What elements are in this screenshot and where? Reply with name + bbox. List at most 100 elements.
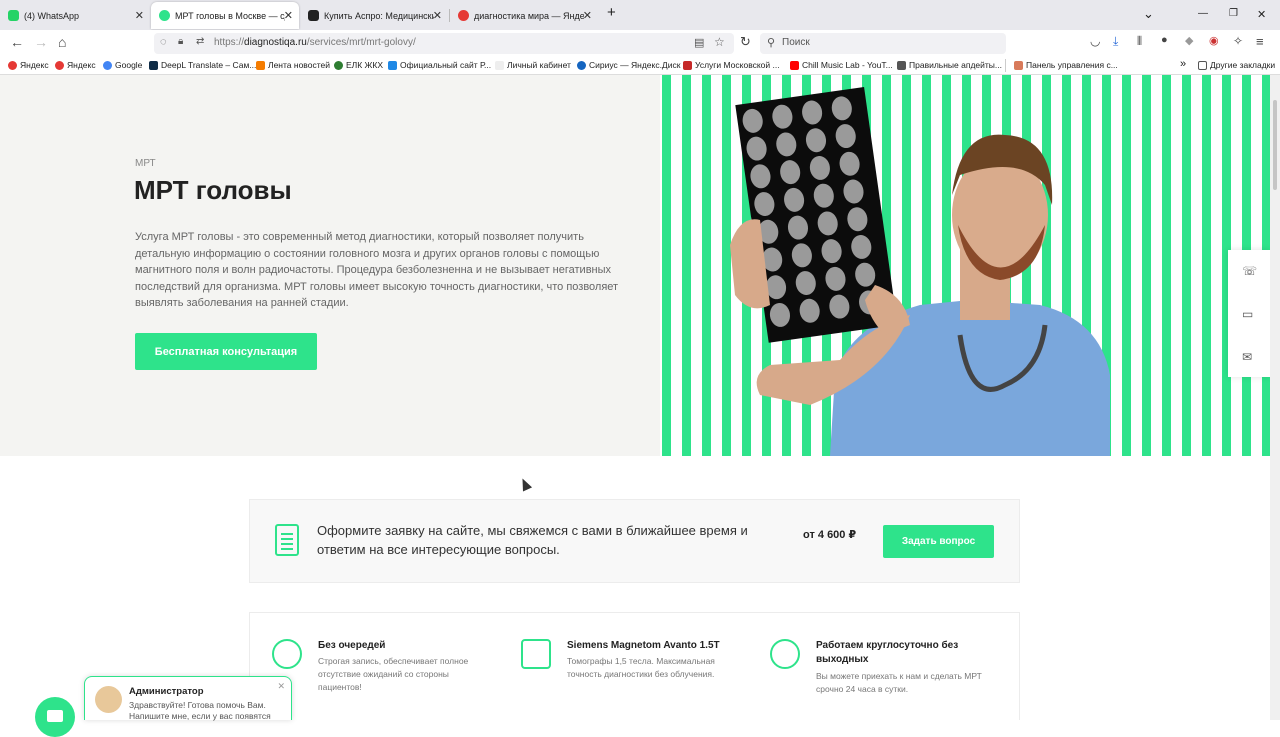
new-tab-button[interactable]: + bbox=[607, 4, 616, 21]
close-icon[interactable]: ✕ bbox=[277, 681, 285, 692]
account-icon[interactable]: ● bbox=[1161, 34, 1168, 46]
bookmark-item[interactable]: Правильные апдейты... bbox=[897, 60, 1002, 70]
close-icon[interactable]: ✕ bbox=[433, 9, 442, 22]
folder-icon bbox=[1198, 60, 1207, 70]
bookmarks-overflow-icon[interactable]: » bbox=[1180, 58, 1186, 70]
downloads-icon[interactable]: ⤓ bbox=[1113, 34, 1118, 49]
avatar bbox=[95, 686, 122, 713]
restore-button[interactable]: ❐ bbox=[1229, 8, 1238, 19]
navigation-bar: ← → ⌂ ◌ 🔒︎ ⇄ https://diagnostiqa.ru/serv… bbox=[0, 30, 1280, 56]
elk-icon bbox=[334, 60, 343, 70]
request-block: Оформите заявку на сайте, мы свяжемся с … bbox=[249, 499, 1020, 583]
price: от 4 600 ₽ bbox=[803, 529, 857, 541]
bookmark-item[interactable]: Сириус — Яндекс.Диск bbox=[577, 60, 680, 70]
reader-view-icon[interactable]: ▤ bbox=[694, 36, 704, 49]
search-input[interactable]: ⚲ Поиск bbox=[760, 33, 1006, 54]
youtube-icon bbox=[790, 60, 799, 70]
chat-popup[interactable]: Администратор Здравствуйте! Готова помоч… bbox=[84, 676, 292, 721]
tab-mrt[interactable]: МРТ головы в Москве — сделать ✕ bbox=[151, 2, 299, 29]
yandex-icon bbox=[8, 60, 17, 70]
bookmark-item[interactable]: ЕЛК ЖКХ bbox=[334, 60, 383, 70]
other-bookmarks[interactable]: Другие закладки bbox=[1198, 60, 1275, 70]
home-icon[interactable]: ⌂ bbox=[58, 34, 66, 50]
bookmark-item[interactable]: Яндекс bbox=[55, 60, 96, 70]
back-icon[interactable]: ← bbox=[10, 34, 24, 50]
close-icon[interactable]: ✕ bbox=[284, 9, 293, 22]
tab-aspro[interactable]: Купить Аспро: Медицинский це... ✕ bbox=[300, 2, 448, 29]
reload-icon[interactable]: ↻ bbox=[740, 34, 751, 50]
close-window-button[interactable]: ✕ bbox=[1257, 8, 1266, 21]
chat-message: Здравствуйте! Готова помочь Вам. Напишит… bbox=[129, 700, 271, 721]
bookmark-label: DeepL Translate – Сам... bbox=[161, 60, 257, 70]
stripe bbox=[662, 75, 671, 456]
bookmark-label: Панель управления с... bbox=[1026, 60, 1118, 70]
stripe bbox=[1162, 75, 1171, 456]
feature-title: Siemens Magnetom Avanto 1.5T bbox=[567, 640, 720, 651]
tab-bar: (4) WhatsApp ✕ МРТ головы в Москве — сде… bbox=[0, 0, 1280, 30]
bookmark-label: ЕЛК ЖКХ bbox=[346, 60, 384, 70]
feature-desc: Строгая запись, обеспечивает полное отсу… bbox=[318, 656, 469, 692]
bookmark-item[interactable]: Google bbox=[103, 60, 142, 70]
url-bar[interactable]: ◌ 🔒︎ ⇄ https://diagnostiqa.ru/services/m… bbox=[154, 33, 734, 54]
shield-icon[interactable]: ◌ bbox=[160, 36, 167, 48]
extensions-puzzle-icon[interactable]: ✧ bbox=[1233, 34, 1243, 48]
bookmark-item[interactable]: Лента новостей bbox=[256, 60, 330, 70]
scrollbar[interactable] bbox=[1270, 75, 1280, 720]
mouse-cursor bbox=[517, 476, 533, 492]
bookmark-item[interactable]: Услуги Московской ... bbox=[683, 60, 780, 70]
chat-bubble-icon bbox=[47, 710, 63, 722]
chat-icon[interactable]: ▭ bbox=[1242, 307, 1253, 321]
extension-shield-icon[interactable]: ◆ bbox=[1185, 34, 1193, 47]
bookmark-divider bbox=[1005, 59, 1006, 72]
service-description: Услуга МРТ головы - это современный мето… bbox=[135, 231, 619, 310]
mail-icon[interactable]: ✉ bbox=[1242, 350, 1252, 364]
close-icon[interactable]: ✕ bbox=[135, 9, 144, 22]
feature-title: Работаем круглосуточно без выходных bbox=[816, 640, 959, 665]
bookmark-item[interactable]: Яндекс bbox=[8, 60, 49, 70]
menu-icon[interactable]: ≡ bbox=[1256, 34, 1264, 49]
search-icon: ⚲ bbox=[767, 37, 776, 49]
bookmark-star-icon[interactable]: ☆ bbox=[714, 35, 725, 49]
scrollbar-thumb[interactable] bbox=[1273, 100, 1277, 190]
stripe bbox=[1182, 75, 1191, 456]
tab-yandex[interactable]: диагностика мира — Яндекс: на... ✕ bbox=[450, 2, 598, 29]
permissions-icon[interactable]: ⇄ bbox=[196, 36, 204, 47]
pocket-icon[interactable]: ◡ bbox=[1090, 34, 1100, 48]
bookmark-item[interactable]: Официальный сайт Р... bbox=[388, 60, 491, 70]
close-icon[interactable]: ✕ bbox=[583, 9, 592, 22]
url-host: diagnostiqa.ru bbox=[244, 37, 307, 48]
bookmark-item[interactable]: Панель управления с... bbox=[1014, 60, 1118, 70]
side-widgets: ☏ ▭ ✉ bbox=[1228, 250, 1270, 377]
features-block: Без очередей Строгая запись, обеспечивае… bbox=[249, 612, 1020, 720]
clock-icon bbox=[770, 639, 800, 669]
tab-label: Купить Аспро: Медицинский це... bbox=[324, 10, 434, 21]
bookmark-label: Яндекс bbox=[20, 60, 49, 70]
ask-question-button[interactable]: Задать вопрос bbox=[883, 525, 994, 558]
google-icon bbox=[103, 60, 112, 70]
tab-whatsapp[interactable]: (4) WhatsApp ✕ bbox=[0, 2, 150, 29]
callback-icon[interactable]: ☏ bbox=[1242, 264, 1257, 278]
feature-desc: Вы можете приехать к нам и сделать МРТ с… bbox=[816, 671, 982, 694]
lock-icon[interactable]: 🔒︎ bbox=[178, 36, 183, 47]
bookmark-label: Правильные апдейты... bbox=[909, 60, 1002, 70]
bookmark-item[interactable]: DeepL Translate – Сам... bbox=[149, 60, 256, 70]
forward-icon[interactable]: → bbox=[34, 34, 48, 50]
stripe bbox=[702, 75, 711, 456]
tab-list-button[interactable]: ⌄ bbox=[1143, 6, 1154, 22]
library-icon[interactable]: ⫴ bbox=[1137, 34, 1142, 49]
url-text[interactable]: https://diagnostiqa.ru/services/mrt/mrt-… bbox=[214, 37, 416, 48]
free-consultation-button[interactable]: Бесплатная консультация bbox=[135, 333, 317, 370]
breadcrumb[interactable]: МРТ bbox=[135, 158, 156, 169]
bookmark-item[interactable]: Личный кабинет bbox=[495, 60, 571, 70]
aspro-icon bbox=[308, 10, 319, 21]
chat-open-button[interactable] bbox=[35, 697, 75, 737]
bookmark-item[interactable]: Chill Music Lab - YouT... bbox=[790, 60, 893, 70]
chat-operator-name: Администратор bbox=[129, 686, 204, 697]
tab-label: (4) WhatsApp bbox=[24, 10, 80, 21]
stripe bbox=[1202, 75, 1211, 456]
extension-icon[interactable]: ◉ bbox=[1209, 34, 1219, 47]
minimize-button[interactable]: — bbox=[1198, 8, 1208, 19]
stripe bbox=[1142, 75, 1151, 456]
mri-machine-icon bbox=[521, 639, 551, 669]
bookmark-label: Сириус — Яндекс.Диск bbox=[589, 60, 681, 70]
